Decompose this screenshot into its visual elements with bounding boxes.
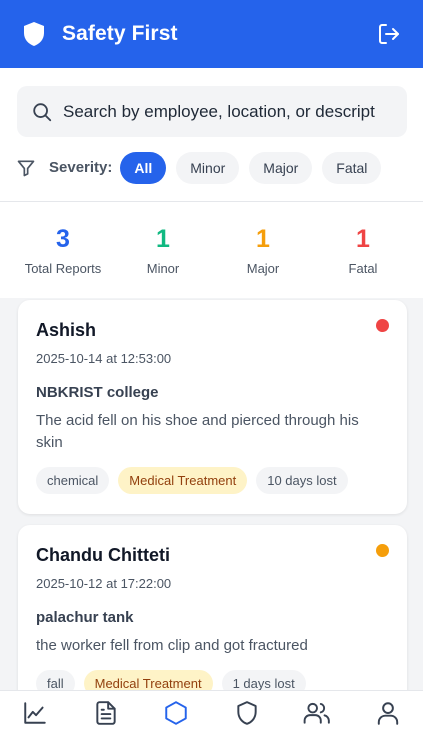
report-description: the worker fell from clip and got fractu…: [36, 637, 308, 654]
logout-icon[interactable]: [377, 22, 401, 46]
employee-name: Ashish: [36, 320, 97, 340]
stat-label: Major: [246, 261, 280, 276]
search-icon: [33, 102, 52, 121]
stat-value: 3: [56, 225, 70, 253]
shield-logo-icon: [22, 21, 46, 47]
report-location: NBKRIST college: [36, 384, 159, 401]
search-bar: [17, 86, 407, 137]
severity-filter: Severity: All Minor Major Fatal: [16, 151, 382, 184]
filter-icon: [16, 158, 36, 178]
report-description: The acid fell on his shoe and pierced th…: [36, 412, 359, 451]
divider: [0, 201, 423, 202]
stat-value: 1: [256, 225, 270, 253]
search-input[interactable]: [63, 101, 403, 122]
report-datetime: 2025-10-12 at 17:22:00: [36, 576, 172, 591]
severity-dot: [376, 544, 389, 557]
stat-value: 1: [356, 225, 370, 253]
report-datetime: 2025-10-14 at 12:53:00: [36, 351, 172, 366]
filter-chip-major[interactable]: Major: [249, 151, 313, 184]
filter-chip-fatal[interactable]: Fatal: [322, 151, 382, 184]
filter-chip-all[interactable]: All: [120, 151, 167, 184]
team-icon[interactable]: [282, 691, 353, 735]
stat-fatal: 1 Fatal: [313, 224, 413, 276]
stats-summary: 3 Total Reports 1 Minor 1 Major 1 Fatal: [13, 224, 413, 276]
stat-value: 1: [156, 225, 170, 253]
stat-label: Fatal: [348, 261, 378, 276]
report-location: palachur tank: [36, 609, 134, 626]
app-title: Safety First: [62, 22, 178, 45]
profile-icon[interactable]: [353, 691, 423, 735]
employee-name: Chandu Chitteti: [36, 545, 170, 565]
filter-chip-minor[interactable]: Minor: [176, 151, 240, 184]
reports-icon[interactable]: [71, 691, 142, 735]
tag-treatment: Medical Treatment: [118, 467, 248, 494]
analytics-icon[interactable]: [0, 691, 71, 735]
report-card[interactable]: Ashish 2025-10-14 at 12:53:00 NBKRIST co…: [18, 300, 407, 514]
stat-minor: 1 Minor: [113, 224, 213, 276]
stat-major: 1 Major: [213, 224, 313, 276]
stat-total: 3 Total Reports: [13, 224, 113, 276]
tag-category: chemical: [36, 467, 110, 494]
stat-label: Total Reports: [24, 261, 102, 276]
tag-days-lost: 10 days lost: [256, 467, 348, 494]
bottom-nav: [0, 690, 423, 735]
severity-label: Severity:: [49, 159, 113, 176]
stat-label: Minor: [146, 261, 180, 276]
safety-icon[interactable]: [212, 691, 283, 735]
severity-dot: [376, 319, 389, 332]
report-tags: chemical Medical Treatment 10 days lost: [36, 467, 389, 494]
app-header: Safety First: [0, 0, 423, 68]
incidents-icon[interactable]: [141, 691, 212, 735]
